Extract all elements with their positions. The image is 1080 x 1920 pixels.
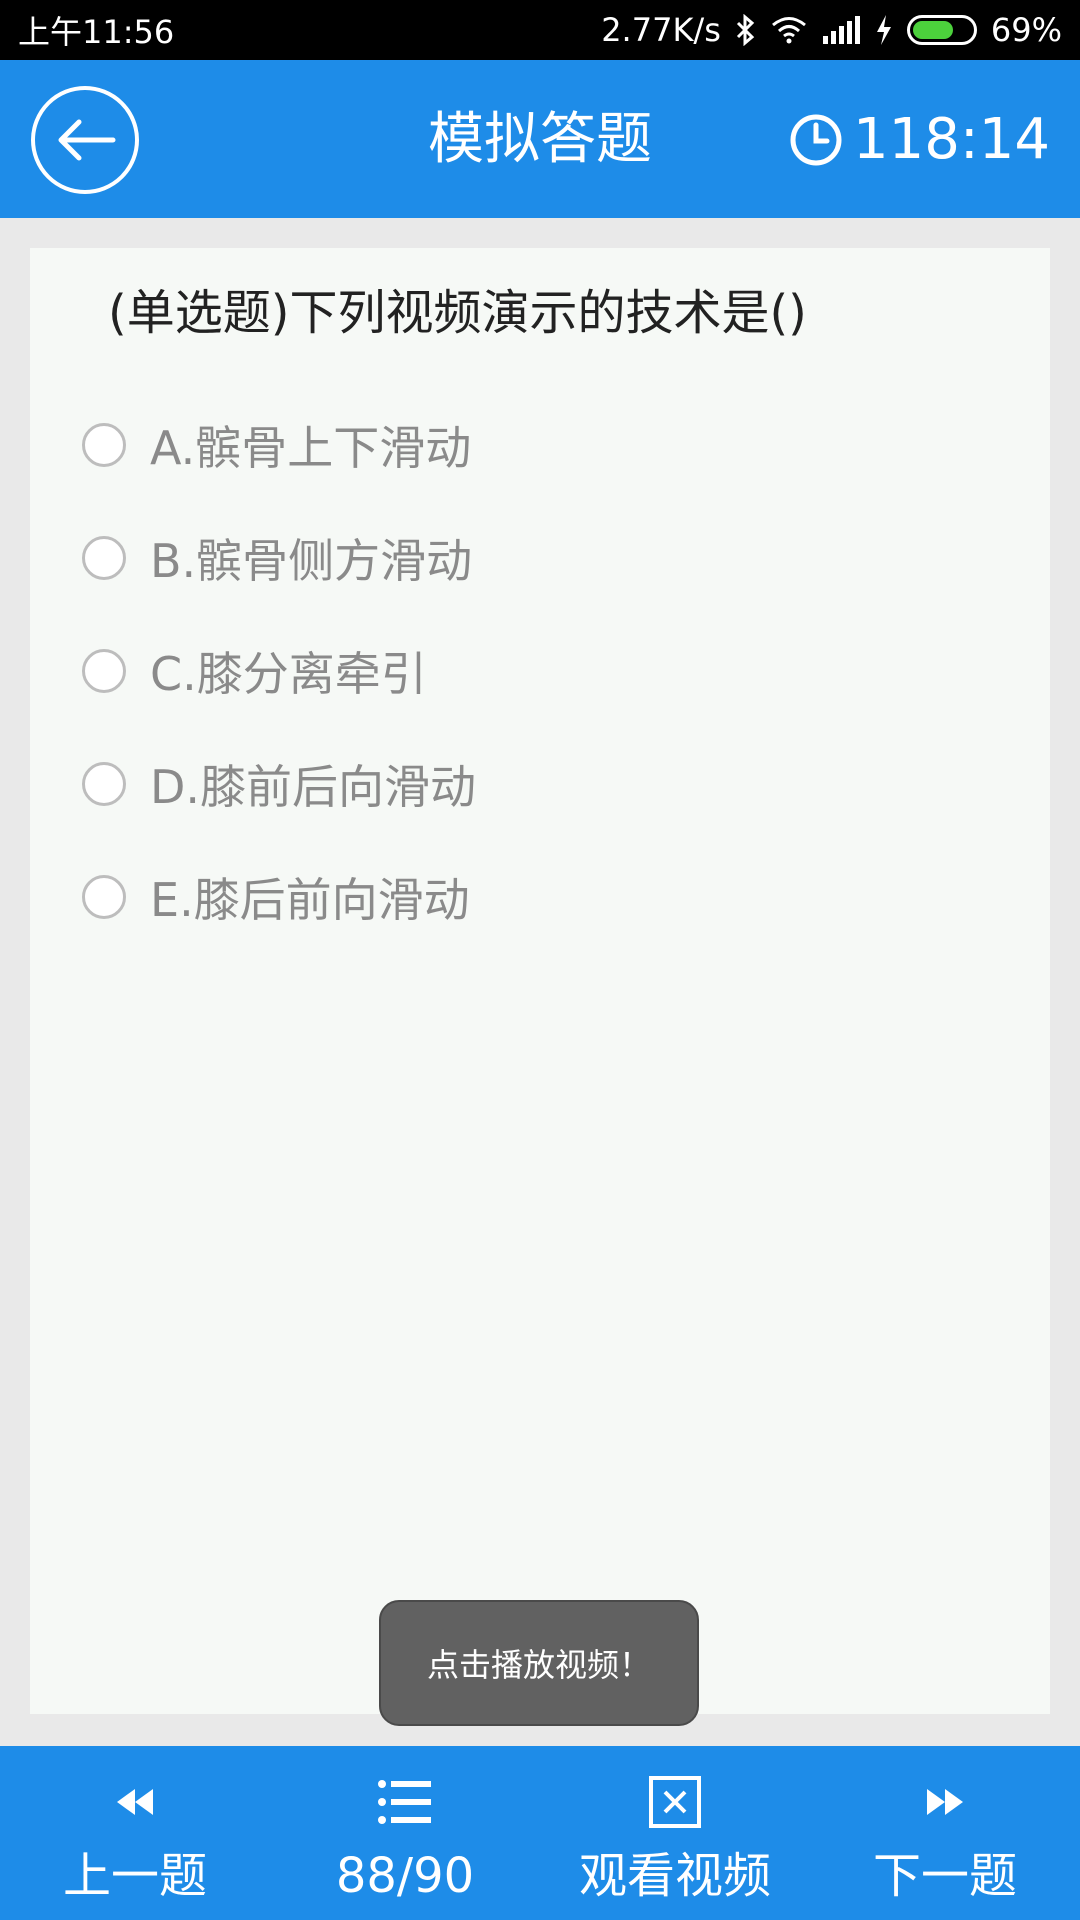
battery-icon — [906, 15, 977, 45]
rewind-icon — [113, 1766, 157, 1838]
question-card: (单选题)下列视频演示的技术是() A.髌骨上下滑动 B.髌骨侧方滑动 C.膝分… — [30, 248, 1050, 1714]
options-list: A.髌骨上下滑动 B.髌骨侧方滑动 C.膝分离牵引 D.膝前后向滑动 E.膝后前… — [82, 388, 476, 953]
option-a[interactable]: A.髌骨上下滑动 — [82, 388, 476, 501]
status-time: 上午11:56 — [18, 13, 175, 51]
bottom-nav: 上一题 88/90 观看视频 下一题 — [0, 1746, 1080, 1920]
wifi-icon — [771, 16, 807, 44]
toast-message: 点击播放视频！ — [379, 1600, 699, 1726]
option-c[interactable]: C.膝分离牵引 — [82, 614, 476, 727]
option-label: C.膝分离牵引 — [150, 646, 427, 701]
option-e[interactable]: E.膝后前向滑动 — [82, 840, 476, 953]
radio-button[interactable] — [82, 422, 126, 467]
option-label: D.膝前后向滑动 — [150, 759, 477, 814]
radio-button[interactable] — [82, 648, 126, 693]
prev-question-label: 上一题 — [62, 1848, 207, 1904]
prev-question-button[interactable]: 上一题 — [0, 1746, 270, 1920]
option-label: E.膝后前向滑动 — [150, 872, 470, 927]
bluetooth-icon — [735, 14, 757, 46]
radio-button[interactable] — [82, 874, 126, 919]
question-list-button[interactable]: 88/90 — [270, 1746, 540, 1920]
option-label: B.髌骨侧方滑动 — [150, 533, 473, 588]
net-speed: 2.77K/s — [601, 11, 721, 49]
option-b[interactable]: B.髌骨侧方滑动 — [82, 501, 476, 614]
next-question-label: 下一题 — [872, 1848, 1017, 1904]
close-box-icon — [648, 1766, 702, 1838]
next-question-button[interactable]: 下一题 — [810, 1746, 1080, 1920]
watch-video-label: 观看视频 — [578, 1848, 771, 1904]
radio-button[interactable] — [82, 535, 126, 580]
countdown-timer: 118:14 — [789, 110, 1050, 170]
option-label: A.髌骨上下滑动 — [150, 420, 472, 475]
battery-percent: 69% — [990, 11, 1062, 49]
question-progress: 88/90 — [335, 1848, 475, 1904]
question-text: (单选题)下列视频演示的技术是() — [108, 285, 807, 341]
status-right: 2.77K/s 69% — [601, 11, 1062, 49]
clock-icon — [790, 114, 842, 166]
signal-icon — [821, 16, 861, 44]
fast-forward-icon — [923, 1766, 967, 1838]
option-d[interactable]: D.膝前后向滑动 — [82, 727, 476, 840]
charging-icon — [875, 15, 893, 45]
timer-value: 118:14 — [852, 107, 1050, 172]
radio-button[interactable] — [82, 761, 126, 806]
list-icon — [377, 1766, 433, 1838]
status-bar: 上午11:56 2.77K/s 69% — [0, 0, 1080, 60]
app-bar: 模拟答题 118:14 — [0, 60, 1080, 218]
watch-video-button[interactable]: 观看视频 — [540, 1746, 810, 1920]
